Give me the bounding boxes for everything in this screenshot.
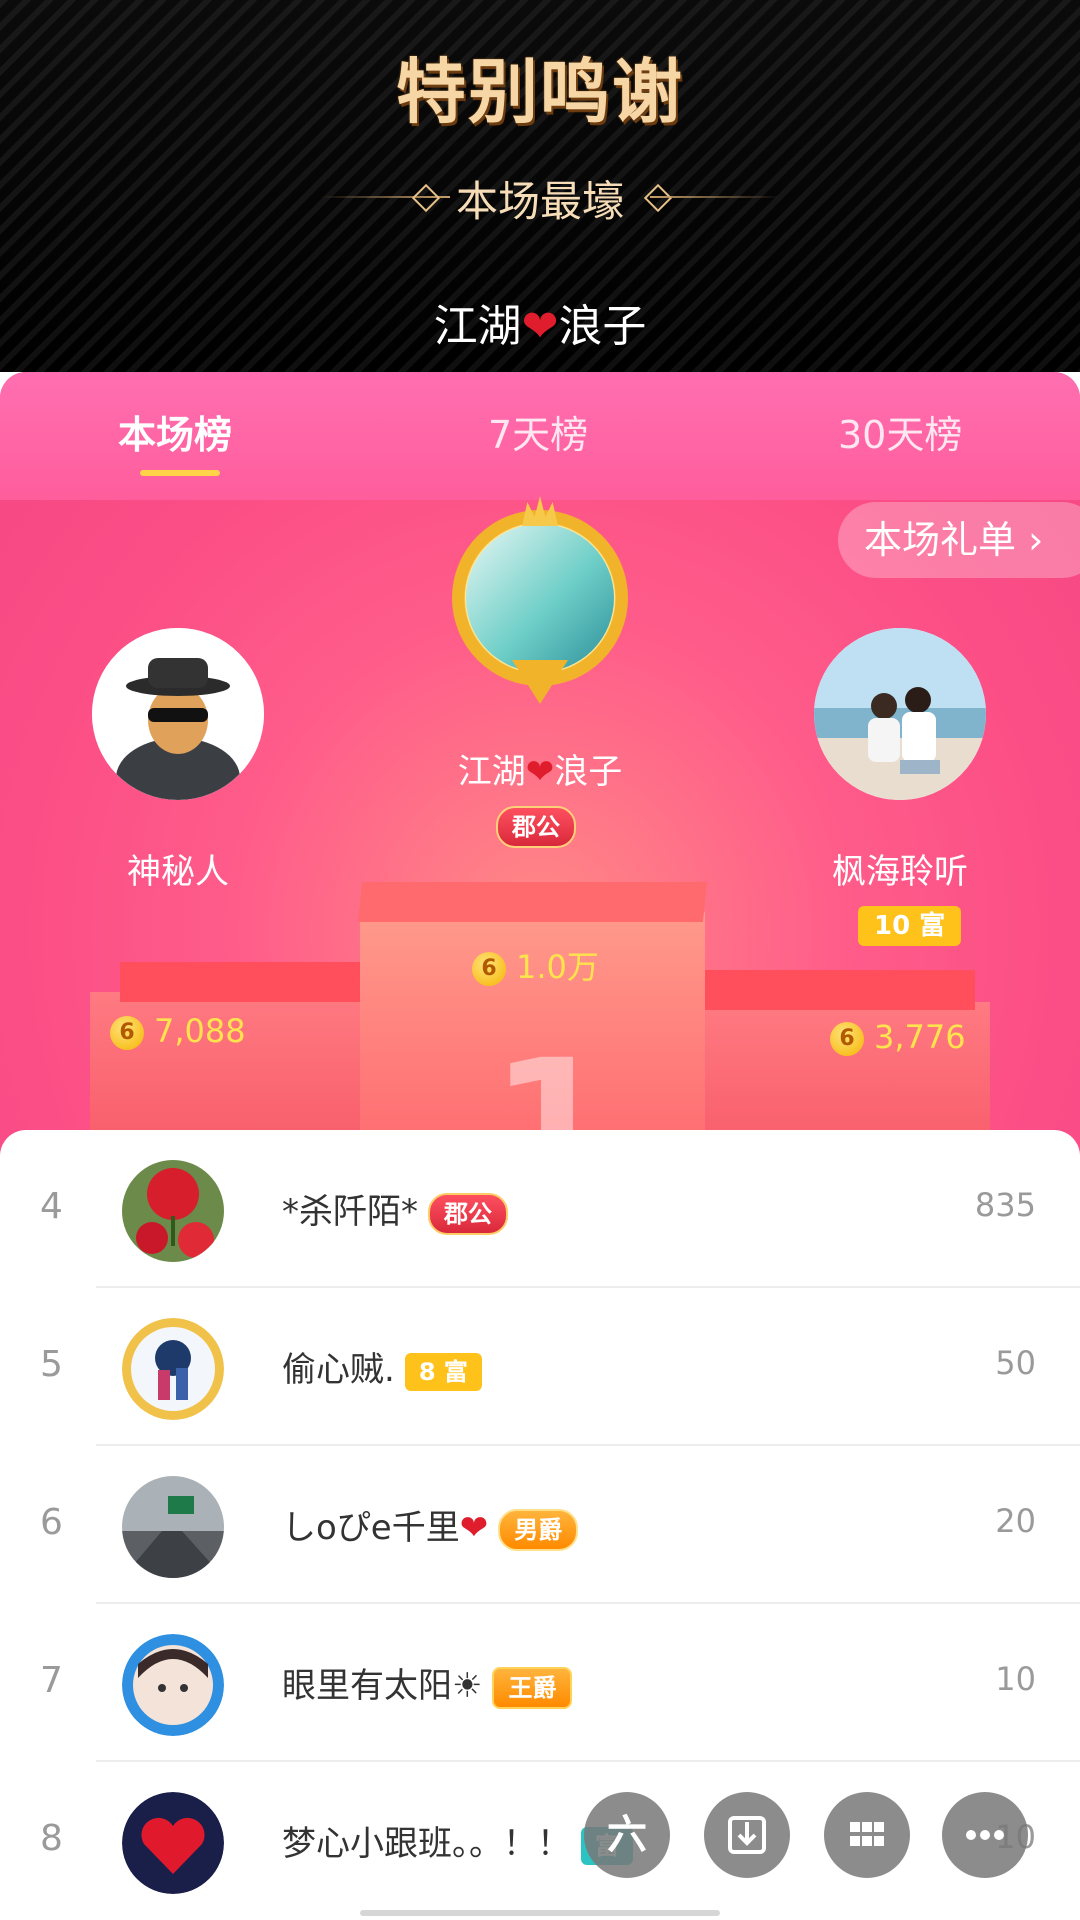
avatar[interactable] bbox=[122, 1634, 224, 1736]
list-name-text: *杀阡陌* bbox=[282, 1192, 418, 1232]
third-score-value: 3,776 bbox=[874, 1018, 966, 1056]
page-title: 特别鸣谢 bbox=[396, 51, 684, 133]
more-button[interactable] bbox=[942, 1792, 1028, 1878]
first-place-score: 6 1.0万 bbox=[472, 942, 599, 988]
avatar[interactable] bbox=[122, 1160, 224, 1262]
grid-button[interactable] bbox=[824, 1792, 910, 1878]
list-rank: 8 bbox=[40, 1818, 63, 1859]
list-rank: 4 bbox=[40, 1186, 63, 1227]
subtitle: 本场最壕 bbox=[455, 177, 624, 226]
tab-this-session[interactable]: 本场榜 bbox=[118, 404, 232, 459]
avatar[interactable] bbox=[122, 1792, 224, 1894]
coin-icon: 6 bbox=[472, 952, 506, 986]
portrait-avatar-icon bbox=[122, 1634, 224, 1736]
list-item[interactable]: 8 梦心小跟班。。！！富 10 bbox=[0, 1762, 1080, 1920]
ranking-list: 4 *杀阡陌* 郡公 835 5 偷心贼. 8 富 50 6 しoぴe千里❤ 男… bbox=[0, 1130, 1080, 1920]
avatar[interactable] bbox=[122, 1318, 224, 1420]
flower-avatar-icon bbox=[122, 1160, 224, 1262]
list-value: 50 bbox=[995, 1344, 1036, 1382]
list-name: 偷心贼. 8 富 bbox=[282, 1342, 482, 1391]
list-rank: 7 bbox=[40, 1660, 63, 1701]
first-score-value: 1.0万 bbox=[516, 948, 599, 986]
rank-badge: 王爵 bbox=[492, 1666, 573, 1709]
third-place-score: 6 3,776 bbox=[830, 1018, 966, 1056]
list-name-text: しoぴe千里 bbox=[282, 1508, 460, 1548]
list-name-text: 偷心贼. bbox=[282, 1350, 395, 1390]
rank-badge: 男爵 bbox=[498, 1508, 579, 1551]
third-place-avatar[interactable] bbox=[814, 628, 986, 800]
wings-emblem-icon bbox=[512, 660, 568, 704]
list-name-text: 眼里有太阳☀ bbox=[282, 1666, 483, 1706]
wealth-badge: 8 富 bbox=[404, 1352, 482, 1391]
list-name: 眼里有太阳☀ 王爵 bbox=[282, 1658, 573, 1709]
list-rank: 5 bbox=[40, 1344, 63, 1385]
first-place-badge: 郡公 bbox=[496, 806, 576, 848]
list-rank: 6 bbox=[40, 1502, 63, 1543]
list-item[interactable]: 4 *杀阡陌* 郡公 835 bbox=[0, 1130, 1080, 1288]
rank-badge: 郡公 bbox=[428, 1192, 508, 1235]
top-user-prefix: 江湖 bbox=[433, 301, 522, 352]
list-item[interactable]: 5 偷心贼. 8 富 50 bbox=[0, 1288, 1080, 1446]
third-place-name: 枫海聆听 bbox=[832, 852, 968, 892]
list-value: 20 bbox=[995, 1502, 1036, 1540]
second-place-avatar[interactable] bbox=[92, 628, 264, 800]
avatar[interactable] bbox=[122, 1476, 224, 1578]
first-place-avatar[interactable] bbox=[452, 496, 628, 704]
tab-30-days[interactable]: 30天榜 bbox=[838, 404, 962, 459]
heart-icon: ❤ bbox=[521, 301, 559, 352]
list-name: *杀阡陌* 郡公 bbox=[282, 1184, 508, 1235]
list-value: 10 bbox=[995, 1660, 1036, 1698]
download-button[interactable] bbox=[704, 1792, 790, 1878]
tab-bar: 本场榜 7天榜 30天榜 bbox=[0, 372, 1080, 500]
coin-icon: 6 bbox=[830, 1022, 864, 1056]
second-place-name: 神秘人 bbox=[127, 852, 229, 892]
podium-top-3 bbox=[705, 970, 975, 1010]
six-logo-icon: 六 bbox=[607, 1812, 647, 1858]
second-score-value: 7,088 bbox=[154, 1012, 246, 1050]
header: 特别鸣谢 本场最壕 江湖❤浪子 bbox=[0, 0, 1080, 372]
home-indicator[interactable] bbox=[360, 1910, 720, 1916]
couple-illustration-avatar-icon bbox=[122, 1318, 224, 1420]
heart-avatar-icon bbox=[122, 1792, 224, 1894]
podium-top-1 bbox=[357, 882, 708, 922]
third-place-badge: 10 富 bbox=[858, 906, 962, 946]
couple-photo-icon bbox=[814, 628, 986, 800]
tab-active-indicator bbox=[140, 470, 220, 476]
coin-icon: 6 bbox=[110, 1016, 144, 1050]
list-value: 835 bbox=[974, 1186, 1036, 1224]
first-place-name: 江湖❤浪子 bbox=[390, 744, 690, 793]
podium-top-2 bbox=[120, 962, 370, 1002]
divider-right bbox=[650, 196, 780, 198]
crown-icon bbox=[522, 496, 558, 526]
list-item[interactable]: 6 しoぴe千里❤ 男爵 20 bbox=[0, 1446, 1080, 1604]
list-item[interactable]: 7 眼里有太阳☀ 王爵 10 bbox=[0, 1604, 1080, 1762]
list-name: 梦心小跟班。。！！富 bbox=[282, 1816, 633, 1865]
heart-icon: ❤ bbox=[459, 1508, 489, 1548]
first-name-prefix: 江湖 bbox=[457, 752, 526, 792]
download-icon bbox=[728, 1816, 766, 1854]
list-name: しoぴe千里❤ 男爵 bbox=[282, 1500, 579, 1551]
top-user-name: 江湖❤浪子 bbox=[0, 290, 1080, 354]
spy-avatar-icon bbox=[92, 628, 264, 800]
grid-icon bbox=[850, 1822, 884, 1846]
list-name-text: 梦心小跟班。。！！ bbox=[282, 1824, 571, 1864]
road-photo-avatar-icon bbox=[122, 1476, 224, 1578]
leaderboard-panel: 本场榜 7天榜 30天榜 本场礼单 › 1 2 3 江湖❤浪子 郡公 61.0万 bbox=[0, 372, 1080, 1202]
second-place-score: 6 7,088 bbox=[110, 1012, 246, 1050]
tab-7-days[interactable]: 7天榜 bbox=[488, 404, 588, 459]
heart-icon: ❤ bbox=[525, 752, 555, 792]
more-icon bbox=[966, 1830, 1004, 1840]
first-name-suffix: 浪子 bbox=[554, 752, 623, 792]
six-logo-button[interactable]: 六 bbox=[584, 1792, 670, 1878]
top-user-suffix: 浪子 bbox=[558, 301, 647, 352]
avatar-image bbox=[466, 524, 614, 672]
gift-list-button[interactable]: 本场礼单 › bbox=[838, 502, 1080, 578]
